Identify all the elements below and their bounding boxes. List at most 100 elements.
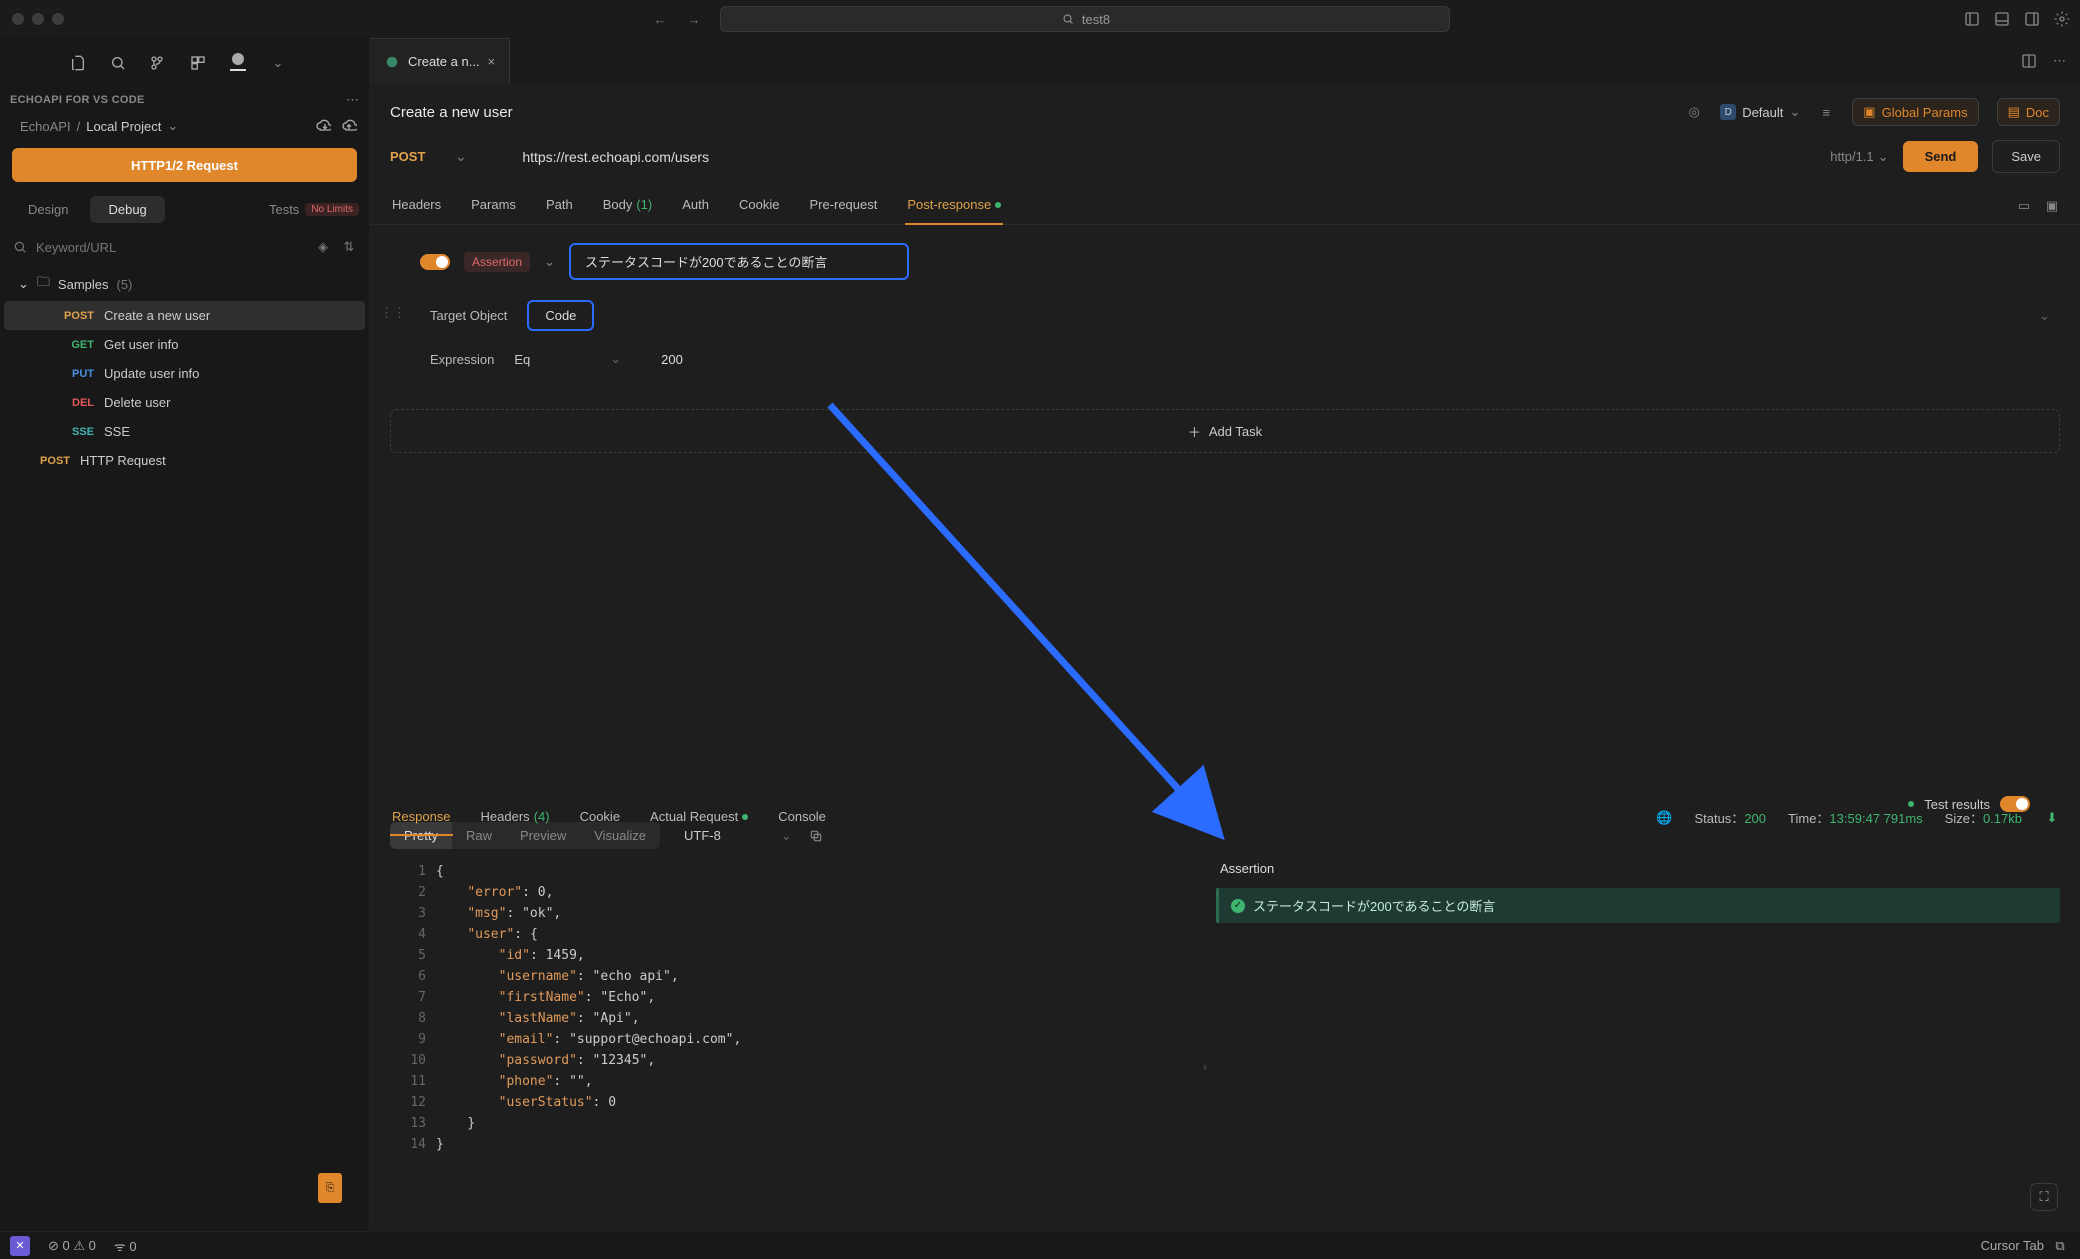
command-center[interactable]: test8 [720,6,1450,32]
tree-item-label: SSE [104,424,130,439]
subtab-design[interactable]: Design [10,196,86,223]
list-icon[interactable]: ≡ [1818,104,1834,120]
response-tab-response[interactable]: Response [390,799,453,836]
split-editor-icon[interactable] [2021,53,2037,69]
cloud-download-icon[interactable] [315,118,331,134]
http-version-select[interactable]: http/1.1⌄ [1830,149,1888,165]
main-panel: Create a n... × ⋯ Create a new user ◎ D … [370,38,2080,1231]
layout-panel-icon[interactable] [1994,11,2010,27]
response-body[interactable]: 1234567891011121314 { "error": 0, "msg":… [390,861,1200,1191]
pin-icon[interactable]: ◈ [315,239,331,255]
request-tab-path[interactable]: Path [544,187,575,224]
tree-item[interactable]: DELDelete user [4,388,365,417]
expression-op-select[interactable]: Eq ⌄ [514,351,621,367]
tree-item-label: Get user info [104,337,178,352]
request-tab-auth[interactable]: Auth [680,187,711,224]
minimize-dot[interactable] [32,13,44,25]
url-input[interactable]: https://rest.echoapi.com/users [522,149,1814,165]
editor-tab[interactable]: Create a n... × [370,38,510,84]
ports-counter[interactable]: ᯤ 0 [114,1237,137,1255]
add-task-button[interactable]: ＋ Add Task [390,409,2060,453]
cursor-tab-label[interactable]: Cursor Tab [1981,1238,2044,1253]
filter-input[interactable] [36,240,307,255]
request-tab-cookie[interactable]: Cookie [737,187,781,224]
assertion-toggle[interactable] [420,254,450,270]
more-actions-icon[interactable]: ⋯ [2053,53,2066,69]
collapse-icon[interactable]: ⌄ [2039,308,2050,324]
chevron-down-icon[interactable]: ⌄ [544,254,555,270]
target-object-label: Target Object [430,308,507,323]
breadcrumb[interactable]: EchoAPI / Local Project ⌄ [0,114,369,144]
tree-item[interactable]: PUTUpdate user info [4,359,365,388]
file-badge-icon[interactable]: ⎘ [318,1173,342,1203]
more-icon[interactable]: ⋯ [346,92,359,108]
explorer-search-icon[interactable] [110,55,126,71]
request-tab-headers[interactable]: Headers [390,187,443,224]
subtab-tests[interactable]: Tests No Limits [269,202,359,217]
layout-secondary-icon[interactable] [2024,11,2040,27]
send-button[interactable]: Send [1903,141,1979,172]
globe-icon: ▣ [1863,104,1875,120]
method-select[interactable]: POST ⌄ [390,149,466,165]
breadcrumb-root: EchoAPI [20,119,71,134]
expand-icon[interactable]: ⛶ [2030,1183,2058,1211]
tree-item-label: Create a new user [104,308,210,323]
response-tab-actual-request[interactable]: Actual Request [648,799,750,836]
plus-icon: ＋ [1188,422,1201,441]
external-link-icon[interactable]: ⧉ [2052,1238,2068,1254]
request-tab-pre-request[interactable]: Pre-request [807,187,879,224]
editor-tabs: Create a n... × ⋯ [370,38,2080,84]
target-object-select[interactable]: Code [527,300,594,331]
status-dot-icon [1908,801,1914,807]
save-button[interactable]: Save [1992,140,2060,173]
layout-primary-icon[interactable] [1964,11,1980,27]
source-control-icon[interactable] [150,55,166,71]
nav-forward-icon[interactable]: → [686,11,702,27]
remote-icon[interactable]: ✕ [10,1236,30,1256]
close-dot[interactable] [12,13,24,25]
assertion-name-input[interactable]: ステータスコードが200であることの断言 [569,243,909,280]
settings-gear-icon[interactable] [2054,11,2070,27]
assertion-result-item[interactable]: ✓ ステータスコードが200であることの断言 [1216,888,2060,923]
new-request-button[interactable]: HTTP1/2 Request [12,148,357,182]
method-badge: PUT [54,368,94,380]
splitter-handle[interactable]: › [1200,941,1210,1191]
window-controls[interactable] [12,13,64,25]
panel-icon-2[interactable]: ▣ [2044,198,2060,214]
test-results-toggle[interactable] [2000,796,2030,812]
target-icon[interactable]: ◎ [1686,104,1702,120]
problems-counter[interactable]: ⊘ 0 ⚠ 0 [48,1238,96,1254]
nav-back-icon[interactable]: ← [652,11,668,27]
expression-value-input[interactable]: 200 [661,352,683,367]
request-tab-params[interactable]: Params [469,187,518,224]
tab-close-icon[interactable]: × [488,54,496,69]
tree-item[interactable]: GETGet user info [4,330,365,359]
sort-icon[interactable]: ⇅ [341,239,357,255]
extension-title: ECHOAPI FOR VS CODE [10,94,145,106]
global-params-button[interactable]: ▣ Global Params [1852,98,1978,126]
tree-item[interactable]: POST HTTP Request [4,446,365,475]
response-tab-cookie[interactable]: Cookie [578,799,622,836]
chevron-down-icon: ⌄ [610,351,621,367]
panel-icon[interactable]: ▭ [2016,198,2032,214]
echoapi-app-icon[interactable] [230,55,246,71]
tree-item[interactable]: SSESSE [4,417,365,446]
test-results-label: Test results [1924,797,1990,812]
response-tab-console[interactable]: Console [776,799,828,836]
cloud-upload-icon[interactable] [341,118,357,134]
explorer-files-icon[interactable] [70,55,86,71]
chevron-down-icon: ⌄ [167,118,178,134]
doc-button[interactable]: ▤ Doc [1997,98,2060,126]
tree-folder[interactable]: ⌄ 🗀 Samples (5) [4,267,365,301]
tree-item[interactable]: POSTCreate a new user [4,301,365,330]
drag-handle-icon[interactable]: ⋮⋮ [380,305,406,321]
environment-select[interactable]: D Default ⌄ [1720,104,1800,120]
request-tab-post-response[interactable]: Post-response [905,187,1003,224]
request-tab-body[interactable]: Body (1) [601,187,655,224]
zoom-dot[interactable] [52,13,64,25]
subtab-debug[interactable]: Debug [90,196,164,223]
overflow-chevron-icon[interactable]: ⌄ [270,55,286,71]
tree-item-label: HTTP Request [80,453,166,468]
extensions-icon[interactable] [190,55,206,71]
response-tab-headers[interactable]: Headers (4) [479,799,552,836]
